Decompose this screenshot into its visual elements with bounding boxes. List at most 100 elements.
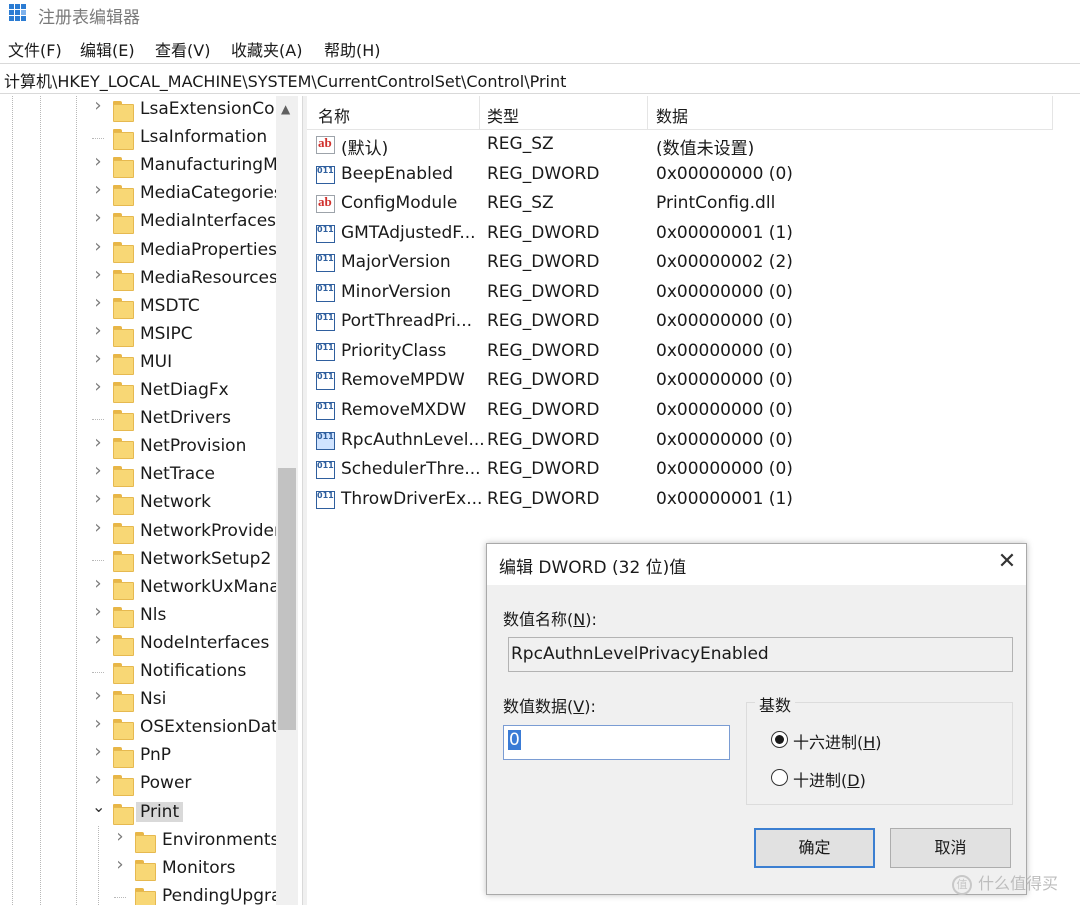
tree-item[interactable]: PendingUpgra [0,884,281,905]
chevron-right-icon[interactable]: › [92,237,104,255]
tree-item[interactable]: › NetTrace [0,462,276,490]
value-row[interactable]: ThrowDriverEx...REG_DWORD 0x00000001 (1) [307,486,1052,515]
chevron-right-icon[interactable]: › [92,293,104,311]
tree-item[interactable]: › Network [0,490,276,518]
edit-dword-dialog: 编辑 DWORD (32 位)值 ✕ 数值名称(N): RpcAuthnLeve… [486,543,1027,895]
value-row[interactable]: PortThreadPri... REG_DWORD 0x00000000 (0) [307,308,1052,337]
cancel-button[interactable]: 取消 [890,828,1011,868]
tree-item[interactable]: › MediaInterfaces [0,209,276,237]
chevron-right-icon[interactable]: › [92,602,104,620]
folder-icon [113,466,134,488]
address-bar[interactable]: 计算机\HKEY_LOCAL_MACHINE\SYSTEM\CurrentCon… [0,63,1080,94]
chevron-right-icon[interactable]: › [92,687,104,705]
chevron-right-icon[interactable]: › [92,265,104,283]
chevron-right-icon[interactable]: › [92,321,104,339]
value-row[interactable]: BeepEnabled REG_DWORD 0x00000000 (0) [307,161,1052,190]
tree-item[interactable]: › Monitors [0,855,276,884]
column-separator[interactable] [647,96,648,130]
chevron-right-icon[interactable]: › [92,378,104,396]
value-row[interactable]: RpcAuthnLevel...REG_DWORD 0x00000000 (0) [307,427,1052,456]
value-name: PortThreadPri... [341,311,473,332]
value-row[interactable]: SchedulerThre... REG_DWORD 0x00000000 (0) [307,456,1052,485]
chevron-right-icon[interactable]: › [92,153,104,171]
value-row[interactable]: PriorityClass REG_DWORD 0x00000000 (0) [307,338,1052,367]
chevron-down-icon[interactable]: ⌄ [92,798,105,814]
tree-item[interactable]: › Environments [0,827,279,856]
value-name: MinorVersion [341,281,452,302]
close-icon[interactable]: ✕ [995,550,1019,574]
tree-item[interactable]: › NetProvision [0,434,276,462]
menu-file[interactable]: 文件(F) [8,37,62,61]
tree-item[interactable]: NetworkSetup2 [0,547,276,575]
tree-item[interactable]: › MSIPC [0,321,276,350]
tree-item[interactable]: › MediaProperties [0,237,277,266]
column-name[interactable]: 名称 [318,103,350,127]
column-separator[interactable] [1052,96,1053,130]
tree-item[interactable]: › OSExtensionData [0,715,288,743]
tree-item[interactable]: › MediaCategories [0,181,283,209]
chevron-right-icon[interactable]: › [92,771,104,789]
tree-item[interactable]: › MediaResources [0,265,278,294]
address-path[interactable]: 计算机\HKEY_LOCAL_MACHINE\SYSTEM\CurrentCon… [4,68,566,92]
column-data[interactable]: 数据 [656,103,688,127]
value-row[interactable]: MajorVersion REG_DWORD 0x00000002 (2) [307,249,1052,278]
value-row[interactable]: RemoveMXDW REG_DWORD 0x00000000 (0) [307,397,1052,426]
value-row[interactable]: RemoveMPDW REG_DWORD 0x00000000 (0) [307,367,1052,396]
tree-item[interactable]: › LsaExtensionCon [0,97,285,125]
ok-button[interactable]: 确定 [754,828,875,868]
menu-view[interactable]: 查看(V) [155,37,210,61]
chevron-right-icon[interactable]: › [92,715,104,733]
key-tree[interactable]: › LsaExtensionCon LsaInformation › Manufactu… [0,96,300,905]
chevron-right-icon[interactable]: › [92,490,104,508]
column-type[interactable]: 类型 [487,103,519,127]
tree-item[interactable]: Notifications [0,659,276,687]
menu-favorites[interactable]: 收藏夹(A) [231,37,302,61]
chevron-right-icon[interactable]: › [92,630,104,648]
tree-item[interactable]: › PnP [0,743,276,771]
chevron-right-icon[interactable]: › [92,97,104,115]
tree-item[interactable]: › NodeInterfaces [0,630,276,659]
chevron-right-icon[interactable]: › [92,349,104,367]
tree-item[interactable]: › Nls [0,602,276,631]
tree-item[interactable]: › NetDiagFx [0,378,276,406]
tree-scrollbar[interactable]: ▲ [276,96,298,905]
chevron-right-icon[interactable]: › [92,462,104,480]
tree-item[interactable]: › Power [0,771,276,799]
hex-radio-label[interactable]: 十六进制(H) [793,729,882,753]
base-group-title: 基数 [755,692,796,716]
tree-item[interactable]: › MSDTC [0,293,276,322]
tree-item[interactable]: LsaInformation [0,125,276,153]
value-name-field[interactable]: RpcAuthnLevelPrivacyEnabled [508,637,1013,672]
value-row[interactable]: (默认) REG_SZ (数值未设置) [307,131,1052,160]
tree-item[interactable]: › Nsi [0,687,276,715]
tree-item[interactable]: ⌄ Print [0,798,276,828]
decimal-radio[interactable] [771,769,788,786]
decimal-radio-label[interactable]: 十进制(D) [793,767,866,791]
tree-item[interactable]: › NetworkProvider [0,518,281,547]
tree-item[interactable]: › MUI [0,349,276,378]
tree-item-label: MediaInterfaces [140,211,277,232]
tree-scrollbar-thumb[interactable] [278,468,296,730]
tree-item[interactable]: NetDrivers [0,406,276,434]
chevron-right-icon[interactable]: › [114,855,126,873]
value-row[interactable]: GMTAdjustedF... REG_DWORD 0x00000001 (1) [307,220,1052,249]
chevron-right-icon[interactable]: › [92,574,104,592]
dword-value-icon [316,254,335,273]
chevron-right-icon[interactable]: › [92,181,104,199]
chevron-right-icon[interactable]: › [92,518,104,536]
column-separator[interactable] [479,96,480,130]
menu-help[interactable]: 帮助(H) [324,37,381,61]
value-row[interactable]: MinorVersion REG_DWORD 0x00000000 (0) [307,279,1052,308]
scroll-up-arrow-icon[interactable]: ▲ [281,102,290,116]
tree-item[interactable]: › ManufacturingM [0,153,278,181]
chevron-right-icon[interactable]: › [92,743,104,761]
tree-item[interactable]: › NetworkUxMana [0,574,280,603]
window-title: 注册表编辑器 [38,8,140,28]
hex-radio[interactable] [771,731,788,748]
chevron-right-icon[interactable]: › [92,209,104,227]
value-data-input[interactable]: 0 [503,725,730,760]
chevron-right-icon[interactable]: › [114,827,126,845]
menu-edit[interactable]: 编辑(E) [80,37,135,61]
value-row[interactable]: ConfigModule REG_SZ PrintConfig.dll [307,190,1052,219]
chevron-right-icon[interactable]: › [92,434,104,452]
